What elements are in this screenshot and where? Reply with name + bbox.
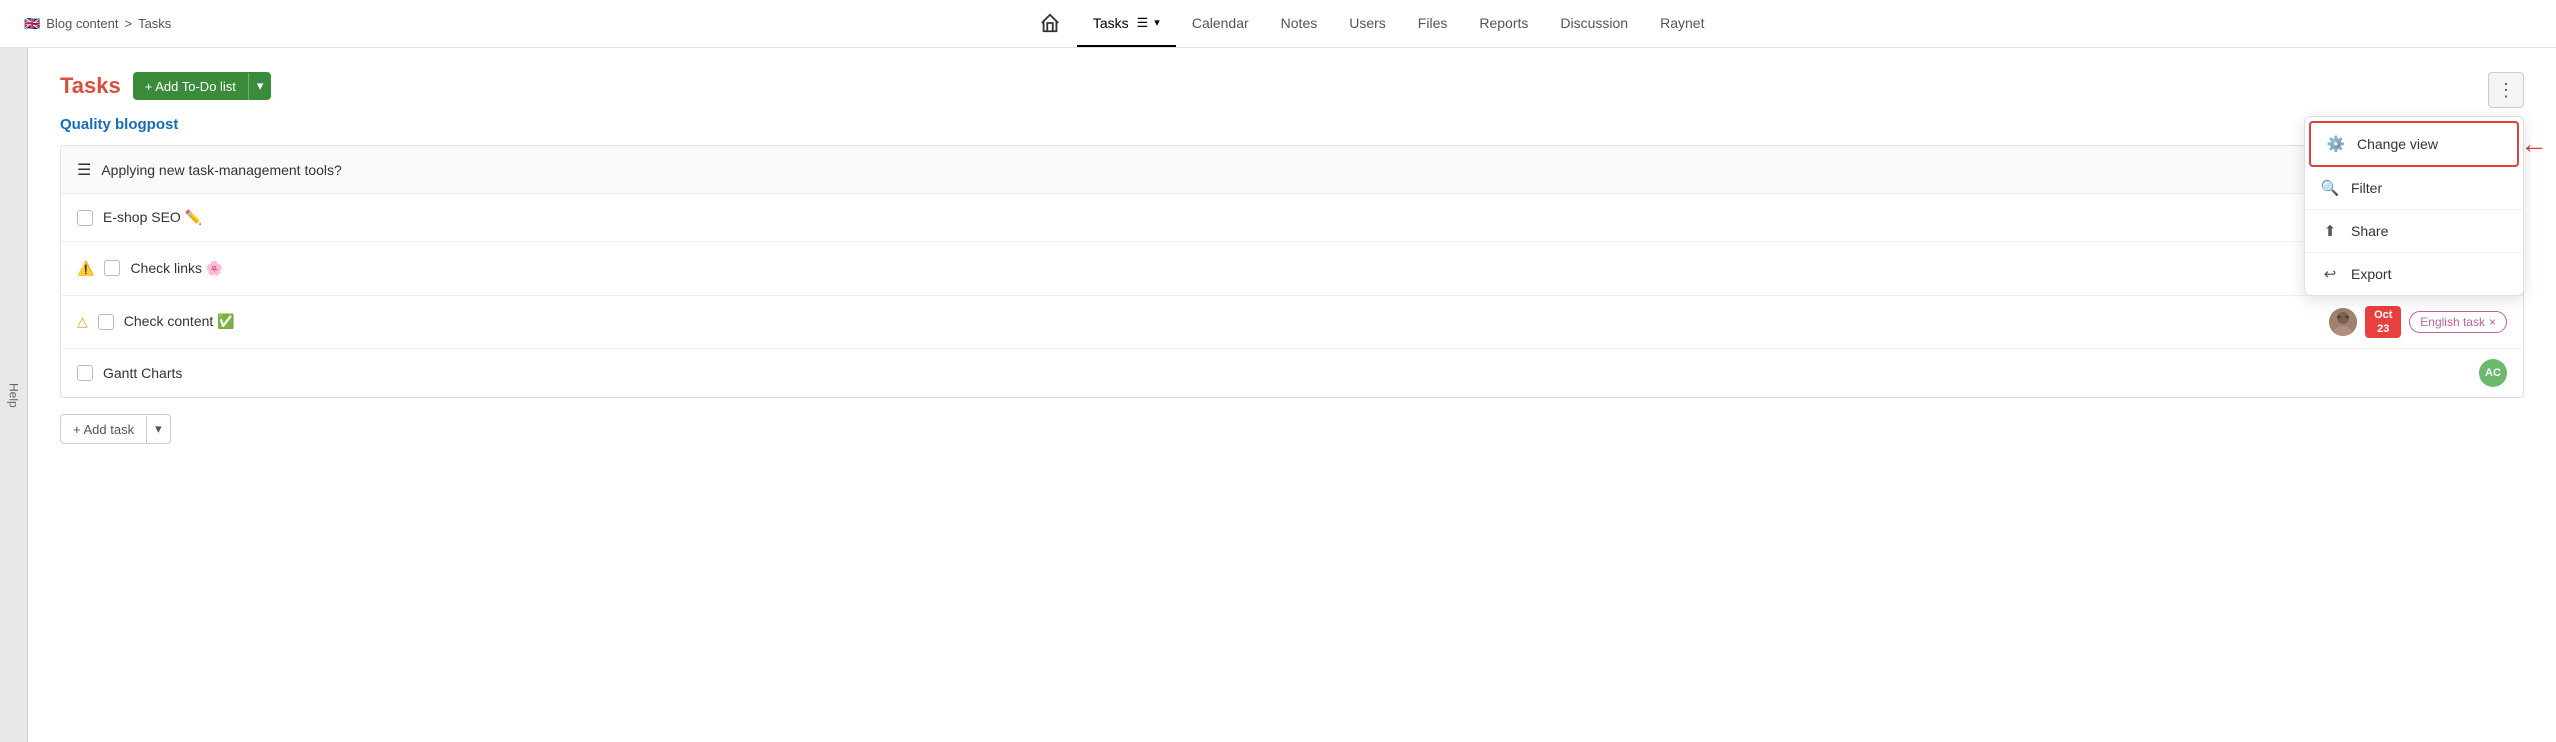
date-badge: Oct 23 bbox=[2365, 306, 2401, 339]
date-day: 23 bbox=[2371, 322, 2395, 336]
breadcrumb: 🇬🇧 Blog content > Tasks bbox=[24, 16, 171, 32]
avatar bbox=[2329, 308, 2357, 336]
add-todo-main[interactable]: + Add To-Do list bbox=[133, 73, 249, 100]
gear-icon: ⚙️ bbox=[2327, 135, 2345, 153]
task-name: Applying new task-management tools? bbox=[101, 162, 2507, 178]
breadcrumb-sep: > bbox=[124, 16, 132, 31]
add-task-main[interactable]: + Add task bbox=[61, 416, 147, 443]
dropdown-item-share[interactable]: ⬆ Share bbox=[2305, 210, 2523, 253]
section-title: Quality blogpost bbox=[60, 116, 2524, 133]
export-icon: ↩ bbox=[2321, 265, 2339, 283]
add-task-button[interactable]: + Add task ▾ bbox=[60, 414, 171, 444]
add-todo-button[interactable]: + Add To-Do list ▾ bbox=[133, 72, 272, 100]
help-sidebar[interactable]: Help bbox=[0, 48, 28, 742]
task-name: Gantt Charts bbox=[103, 365, 2469, 381]
warning-icon: ⚠️ bbox=[77, 260, 94, 277]
nav-calendar[interactable]: Calendar bbox=[1176, 1, 1265, 47]
red-arrow-indicator: ← bbox=[2520, 128, 2548, 160]
nav-home[interactable] bbox=[1023, 0, 1077, 50]
task-meta: Oct 23 English task × bbox=[2329, 306, 2507, 339]
layout: Help Tasks + Add To-Do list ▾ Quality bl… bbox=[0, 48, 2556, 742]
task-checkbox[interactable] bbox=[77, 365, 93, 381]
avatar: AC bbox=[2479, 359, 2507, 387]
breadcrumb-current: Tasks bbox=[138, 16, 171, 31]
task-checkbox[interactable] bbox=[104, 260, 120, 276]
share-icon: ⬆ bbox=[2321, 222, 2339, 240]
avatar-image bbox=[2329, 308, 2357, 336]
nav-users[interactable]: Users bbox=[1333, 1, 1402, 47]
task-name: Check links 🌸 bbox=[130, 260, 2425, 277]
tag-close-icon[interactable]: × bbox=[2489, 315, 2496, 329]
nav-items: Tasks ☰ ▾ Calendar Notes Users Files Rep… bbox=[211, 0, 2532, 50]
dropdown-item-change-view[interactable]: ⚙️ Change view bbox=[2309, 121, 2519, 167]
add-task-arrow[interactable]: ▾ bbox=[147, 415, 170, 443]
task-name: Check content ✅ bbox=[124, 313, 2320, 330]
list-item: Gantt Charts AC bbox=[61, 349, 2523, 397]
list-item: △ Check content ✅ Oct bbox=[61, 296, 2523, 350]
date-month: Oct bbox=[2371, 308, 2395, 322]
home-icon bbox=[1039, 12, 1061, 34]
breadcrumb-project[interactable]: Blog content bbox=[46, 16, 118, 31]
flag-icon: 🇬🇧 bbox=[24, 16, 40, 32]
tag-label: English task bbox=[2420, 315, 2485, 329]
task-name: E-shop SEO ✏️ bbox=[103, 209, 2475, 226]
search-icon: 🔍 bbox=[2321, 179, 2339, 197]
nav-reports[interactable]: Reports bbox=[1463, 1, 1544, 47]
nav-files[interactable]: Files bbox=[1402, 1, 1464, 47]
list-item: E-shop SEO ✏️ bbox=[61, 194, 2523, 242]
nav-raynet[interactable]: Raynet bbox=[1644, 1, 1720, 47]
english-task-tag[interactable]: English task × bbox=[2409, 311, 2507, 333]
task-checkbox[interactable] bbox=[98, 314, 114, 330]
page-title: Tasks bbox=[60, 73, 121, 99]
three-dot-button[interactable]: ⋮ bbox=[2488, 72, 2524, 108]
dropdown-item-filter[interactable]: 🔍 Filter bbox=[2305, 167, 2523, 210]
list-item: ☰ Applying new task-management tools? bbox=[61, 146, 2523, 194]
list-item: ⚠️ Check links 🌸 Oct 27 bbox=[61, 242, 2523, 296]
dropdown-menu: ⚙️ Change view 🔍 Filter ⬆ Share ↩ Export bbox=[2304, 116, 2524, 296]
task-checkbox[interactable] bbox=[77, 210, 93, 226]
nav-notes[interactable]: Notes bbox=[1265, 1, 1334, 47]
add-todo-arrow[interactable]: ▾ bbox=[249, 72, 272, 100]
nav-discussion[interactable]: Discussion bbox=[1544, 1, 1644, 47]
task-list: ☰ Applying new task-management tools? E-… bbox=[60, 145, 2524, 398]
task-meta: AC bbox=[2479, 359, 2507, 387]
dropdown-item-export[interactable]: ↩ Export bbox=[2305, 253, 2523, 295]
top-nav: 🇬🇧 Blog content > Tasks Tasks ☰ ▾ Calend… bbox=[0, 0, 2556, 48]
tasks-menu-icon: ☰ bbox=[1137, 15, 1149, 31]
main-content: Tasks + Add To-Do list ▾ Quality blogpos… bbox=[28, 48, 2556, 742]
nav-tasks[interactable]: Tasks ☰ ▾ bbox=[1077, 1, 1176, 47]
triangle-warning-icon: △ bbox=[77, 313, 88, 330]
tasks-chevron-icon: ▾ bbox=[1154, 16, 1160, 29]
list-icon: ☰ bbox=[77, 160, 91, 180]
tasks-header: Tasks + Add To-Do list ▾ bbox=[60, 72, 2524, 100]
